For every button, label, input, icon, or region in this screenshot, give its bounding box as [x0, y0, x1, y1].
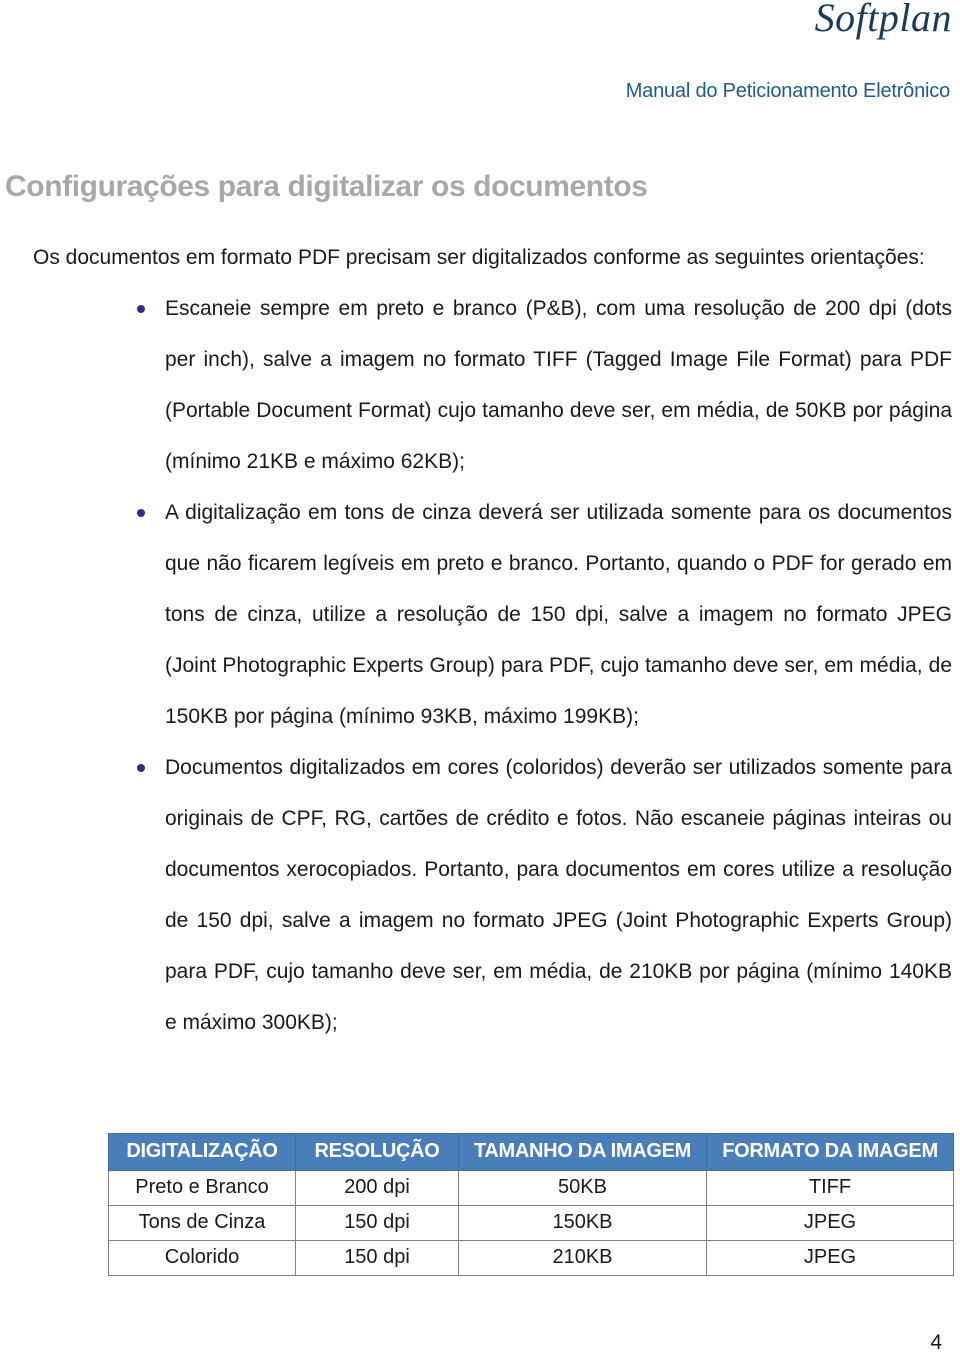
table-header-cell: RESOLUÇÃO [295, 1133, 459, 1171]
list-item: Documentos digitalizados em cores (color… [137, 742, 952, 1048]
table-row: Colorido 150 dpi 210KB JPEG [108, 1240, 954, 1276]
table-cell: 150 dpi [295, 1240, 459, 1276]
document-body: Os documentos em formato PDF precisam se… [0, 232, 960, 1048]
table-header-cell: DIGITALIZAÇÃO [108, 1133, 296, 1171]
bullet-dot-icon [137, 764, 145, 772]
table-header-cell: TAMANHO DA IMAGEM [458, 1133, 707, 1171]
bullet-dot-icon [137, 305, 145, 313]
list-item-text: Escaneie sempre em preto e branco (P&B),… [165, 297, 952, 473]
softplan-logo: Softplan [814, 0, 952, 40]
table-cell: 150 dpi [295, 1205, 459, 1241]
table-cell: Tons de Cinza [108, 1205, 296, 1241]
table-header-cell: FORMATO DA IMAGEM [706, 1133, 954, 1171]
table-cell: Colorido [108, 1240, 296, 1276]
table-row: Preto e Branco 200 dpi 50KB TIFF [108, 1170, 954, 1206]
spec-table-container: DIGITALIZAÇÃO RESOLUÇÃO TAMANHO DA IMAGE… [108, 1133, 954, 1276]
table-row: Tons de Cinza 150 dpi 150KB JPEG [108, 1205, 954, 1241]
page-header: Softplan Manual do Peticionamento Eletrô… [0, 0, 960, 120]
table-cell: TIFF [706, 1170, 954, 1206]
table-cell: 210KB [458, 1240, 707, 1276]
list-item: A digitalização em tons de cinza deverá … [137, 487, 952, 742]
intro-paragraph: Os documentos em formato PDF precisam se… [33, 246, 925, 269]
table-header-row: DIGITALIZAÇÃO RESOLUÇÃO TAMANHO DA IMAGE… [108, 1133, 954, 1171]
table-cell: 50KB [458, 1170, 707, 1206]
manual-title: Manual do Peticionamento Eletrônico [625, 80, 951, 102]
bullet-dot-icon [137, 509, 145, 517]
scanning-spec-table: DIGITALIZAÇÃO RESOLUÇÃO TAMANHO DA IMAGE… [108, 1133, 954, 1276]
list-item: Escaneie sempre em preto e branco (P&B),… [137, 283, 952, 487]
table-cell: JPEG [706, 1240, 954, 1276]
scanning-guidelines-list: Escaneie sempre em preto e branco (P&B),… [0, 283, 960, 1048]
list-item-text: A digitalização em tons de cinza deverá … [165, 501, 952, 728]
page-number: 4 [930, 1331, 942, 1354]
page-title: Configurações para digitalizar os docume… [5, 170, 648, 204]
table-cell: JPEG [706, 1205, 954, 1241]
list-item-text: Documentos digitalizados em cores (color… [165, 756, 952, 1034]
table-cell: 150KB [458, 1205, 707, 1241]
table-cell: Preto e Branco [108, 1170, 296, 1206]
table-cell: 200 dpi [295, 1170, 459, 1206]
